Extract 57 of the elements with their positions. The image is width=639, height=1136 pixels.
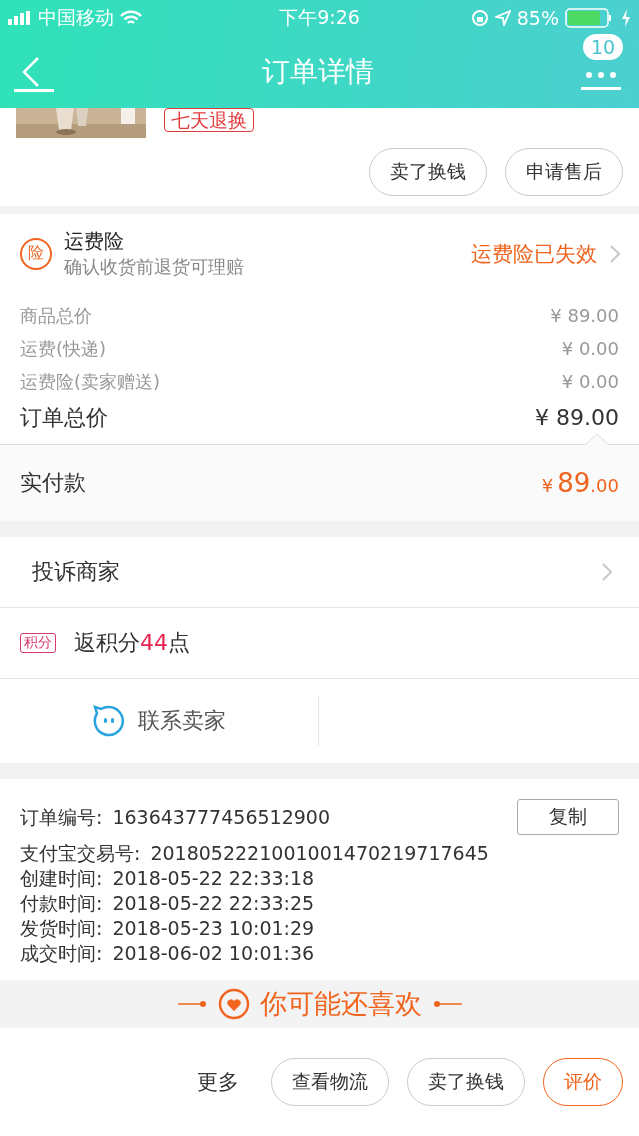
info-label: 成交时间: xyxy=(20,941,103,966)
price-value: ¥ 89.00 xyxy=(535,404,619,432)
price-label: 运费(快递) xyxy=(20,337,107,361)
complaint-row[interactable]: 投诉商家 xyxy=(0,537,639,608)
status-time: 下午9:26 xyxy=(279,5,360,30)
complaint-label: 投诉商家 xyxy=(32,558,120,586)
info-label: 发货时间: xyxy=(20,916,103,941)
info-label: 付款时间: xyxy=(20,891,103,916)
dot-line-icon xyxy=(177,1000,208,1008)
info-value: 2018-05-22 22:33:18 xyxy=(112,866,315,891)
chevron-right-icon xyxy=(609,243,621,264)
location-icon xyxy=(494,10,511,26)
action-button[interactable]: 卖了换钱 xyxy=(369,148,487,196)
paid-amount: 89 xyxy=(557,468,591,498)
paid-label: 实付款 xyxy=(20,469,86,497)
info-value: 2018-05-23 10:01:29 xyxy=(112,916,315,941)
dot-line-icon xyxy=(431,1000,462,1008)
wifi-icon xyxy=(120,10,142,26)
chat-bubble-icon xyxy=(92,704,126,738)
charging-icon xyxy=(621,9,631,27)
price-value: ¥ 0.00 xyxy=(561,370,619,394)
insurance-title: 运费险 xyxy=(64,228,125,255)
info-label: 创建时间: xyxy=(20,866,103,891)
info-value: 2018-05-22 22:33:25 xyxy=(112,891,315,916)
recommend-title: 你可能还喜欢 xyxy=(259,987,422,1021)
chevron-right-icon xyxy=(601,562,613,582)
insurance-icon: 险 xyxy=(20,237,52,270)
battery-percent: 85% xyxy=(516,7,559,29)
action-button[interactable]: 申请售后 xyxy=(505,148,623,196)
info-value: 2018-06-02 10:01:36 xyxy=(112,941,315,966)
action-button[interactable]: 查看物流 xyxy=(271,1058,389,1106)
info-value: 2018052221001001470219717645 xyxy=(150,841,489,866)
paid-cents: .00 xyxy=(590,475,619,496)
more-icon xyxy=(581,70,621,90)
info-label: 订单编号: xyxy=(20,804,103,830)
action-button[interactable]: 卖了换钱 xyxy=(407,1058,525,1106)
price-label: 运费险(卖家赠送) xyxy=(20,370,161,394)
price-value: ¥ 0.00 xyxy=(561,337,619,361)
price-label: 订单总价 xyxy=(20,404,108,432)
return-policy-tag: 七天退换 xyxy=(164,108,254,132)
insurance-subtitle: 确认收货前退货可理赔 xyxy=(64,255,245,279)
more-button[interactable] xyxy=(581,70,621,90)
copy-button[interactable]: 复制 xyxy=(517,799,619,835)
info-label: 支付宝交易号: xyxy=(20,841,141,866)
contact-seller-button[interactable]: 联系卖家 xyxy=(0,703,318,739)
rotation-lock-icon xyxy=(470,9,489,27)
signal-icon xyxy=(8,11,32,25)
currency-symbol: ¥ xyxy=(541,475,554,496)
points-badge: 积分 xyxy=(20,633,56,653)
price-value: ¥ 89.00 xyxy=(550,304,619,328)
page-title: 订单详情 xyxy=(261,54,374,90)
more-link[interactable]: 更多 xyxy=(191,1067,245,1097)
price-label: 商品总价 xyxy=(20,304,92,328)
notification-badge: 10 xyxy=(583,34,624,60)
info-value: 163643777456512900 xyxy=(112,804,330,830)
carrier-name: 中国移动 xyxy=(38,5,114,30)
points-text: 返积分44点 xyxy=(74,629,190,657)
